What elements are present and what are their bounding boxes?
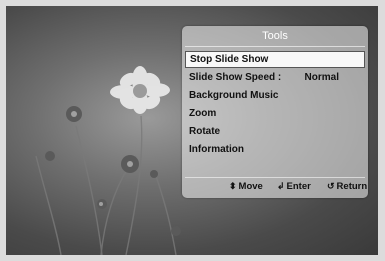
move-hint-label: Move: [238, 181, 263, 192]
photo-slideshow-screen: Tools Stop Slide Show Slide Show Speed :…: [6, 6, 378, 255]
enter-hint-label: Enter: [286, 181, 311, 192]
tools-menu-title: Tools: [185, 26, 365, 47]
return-hint-label: Return: [336, 181, 368, 192]
up-down-arrows-icon: ⬍: [229, 181, 237, 191]
slide-show-speed-value: Normal: [304, 72, 339, 83]
menu-item-label: Stop Slide Show: [190, 54, 269, 65]
menu-item-stop-slide-show[interactable]: Stop Slide Show: [185, 51, 365, 68]
menu-key-hints: ⬍ Move ↲ Enter ↺ Return: [185, 177, 367, 194]
menu-item-zoom[interactable]: Zoom: [185, 105, 365, 122]
menu-item-rotate[interactable]: Rotate: [185, 123, 365, 140]
return-icon: ↺: [327, 181, 335, 191]
menu-item-label: Slide Show Speed :: [189, 72, 282, 83]
menu-item-label: Zoom: [189, 108, 217, 119]
menu-item-label: Information: [189, 144, 244, 155]
menu-item-label: Rotate: [189, 126, 221, 137]
tools-menu-list: Stop Slide Show Slide Show Speed : Norma…: [185, 51, 365, 158]
return-hint: ↺ Return: [327, 181, 367, 192]
menu-item-information[interactable]: Information: [185, 141, 365, 158]
menu-item-slide-show-speed[interactable]: Slide Show Speed : Normal: [185, 69, 365, 86]
menu-item-background-music[interactable]: Background Music: [185, 87, 365, 104]
menu-item-label: Background Music: [189, 90, 279, 101]
tools-menu-panel: Tools Stop Slide Show Slide Show Speed :…: [182, 26, 368, 198]
move-hint: ⬍ Move: [229, 181, 263, 192]
enter-icon: ↲: [277, 181, 285, 191]
enter-hint: ↲ Enter: [277, 181, 311, 192]
